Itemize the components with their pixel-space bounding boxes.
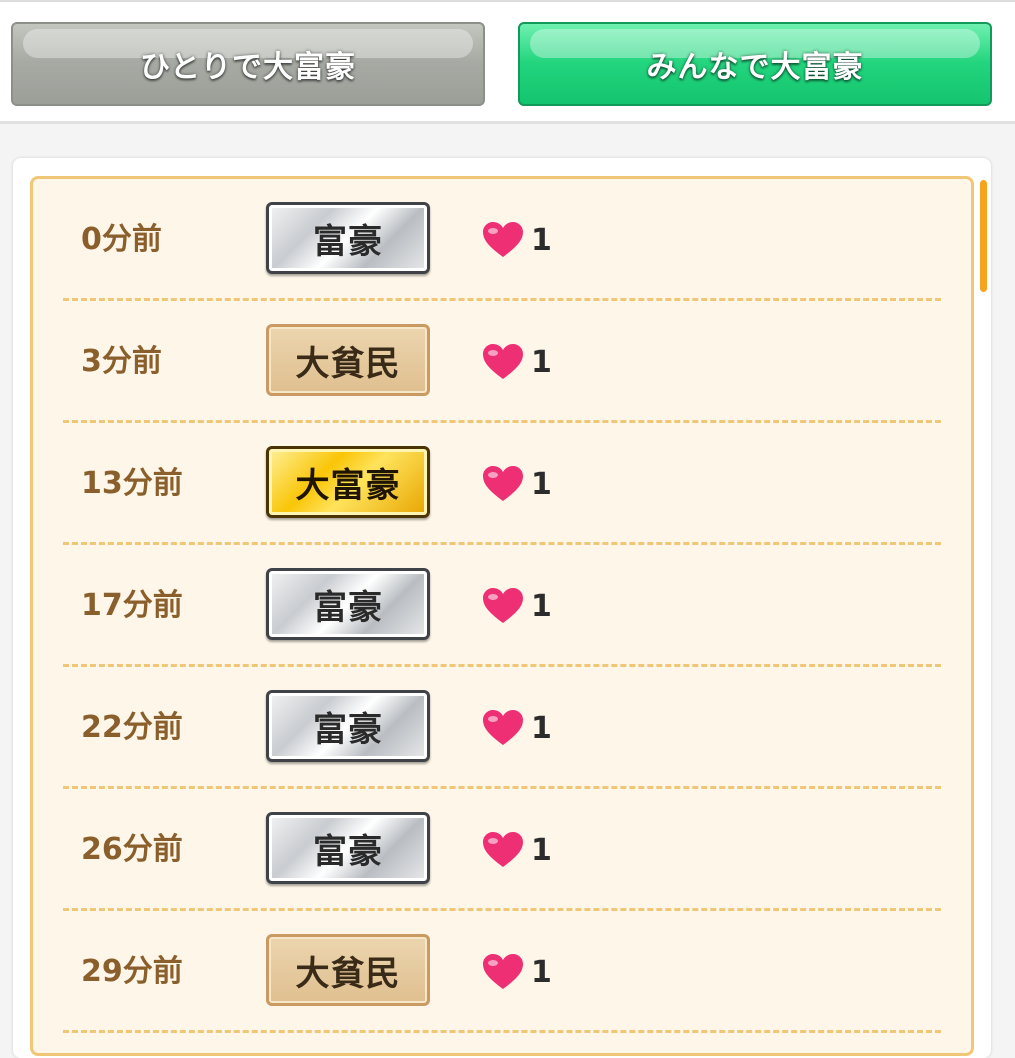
history-row: 0分前 富豪 1 bbox=[33, 179, 971, 301]
like-count-group[interactable]: 1 bbox=[481, 667, 552, 789]
heart-icon bbox=[483, 222, 523, 257]
like-count-group[interactable]: 1 bbox=[481, 301, 552, 423]
like-count-group[interactable]: 1 bbox=[481, 545, 552, 667]
history-row: 29分前 大貧民 1 bbox=[33, 911, 971, 1033]
history-row: 17分前 富豪 1 bbox=[33, 545, 971, 667]
history-list: 0分前 富豪 1 3分前 大貧民 1 13分前 大富豪 1 17分前 富豪 1 … bbox=[30, 176, 974, 1056]
row-time: 3分前 bbox=[81, 344, 162, 379]
like-count: 1 bbox=[531, 832, 552, 868]
history-row: 3分前 大貧民 1 bbox=[33, 301, 971, 423]
history-row: 26分前 富豪 1 bbox=[33, 789, 971, 911]
rank-badge: 富豪 bbox=[266, 202, 430, 274]
heart-icon bbox=[483, 588, 523, 623]
scrollbar-thumb[interactable] bbox=[980, 180, 987, 292]
rank-badge: 富豪 bbox=[266, 568, 430, 640]
like-count: 1 bbox=[531, 222, 552, 258]
like-count: 1 bbox=[531, 344, 552, 380]
row-time: 29分前 bbox=[81, 954, 183, 989]
heart-icon bbox=[483, 832, 523, 867]
tab-multi-label: みんなで大富豪 bbox=[646, 50, 864, 85]
row-time: 17分前 bbox=[81, 588, 183, 623]
tab-solo-label: ひとりで大富豪 bbox=[139, 50, 357, 85]
like-count: 1 bbox=[531, 954, 552, 990]
heart-icon bbox=[483, 466, 523, 501]
row-time: 26分前 bbox=[81, 832, 183, 867]
history-row: 13分前 大富豪 1 bbox=[33, 423, 971, 545]
tab-solo-mode[interactable]: ひとりで大富豪 bbox=[11, 22, 485, 106]
mode-tab-bar: ひとりで大富豪 みんなで大富豪 bbox=[0, 0, 1015, 124]
like-count: 1 bbox=[531, 710, 552, 746]
tab-multiplayer-mode[interactable]: みんなで大富豪 bbox=[518, 22, 992, 106]
like-count-group[interactable]: 1 bbox=[481, 911, 552, 1033]
like-count-group[interactable]: 1 bbox=[481, 789, 552, 911]
like-count-group[interactable]: 1 bbox=[481, 179, 552, 301]
history-row: 22分前 富豪 1 bbox=[33, 667, 971, 789]
heart-icon bbox=[483, 710, 523, 745]
rank-badge: 富豪 bbox=[266, 690, 430, 762]
rank-badge: 大貧民 bbox=[266, 324, 430, 396]
row-time: 22分前 bbox=[81, 710, 183, 745]
rank-badge: 大貧民 bbox=[266, 934, 430, 1006]
like-count-group[interactable]: 1 bbox=[481, 423, 552, 545]
heart-icon bbox=[483, 954, 523, 989]
rank-badge: 富豪 bbox=[266, 812, 430, 884]
row-time: 0分前 bbox=[81, 222, 162, 257]
rank-badge: 大富豪 bbox=[266, 446, 430, 518]
heart-icon bbox=[483, 344, 523, 379]
like-count: 1 bbox=[531, 588, 552, 624]
like-count: 1 bbox=[531, 466, 552, 502]
row-time: 13分前 bbox=[81, 466, 183, 501]
